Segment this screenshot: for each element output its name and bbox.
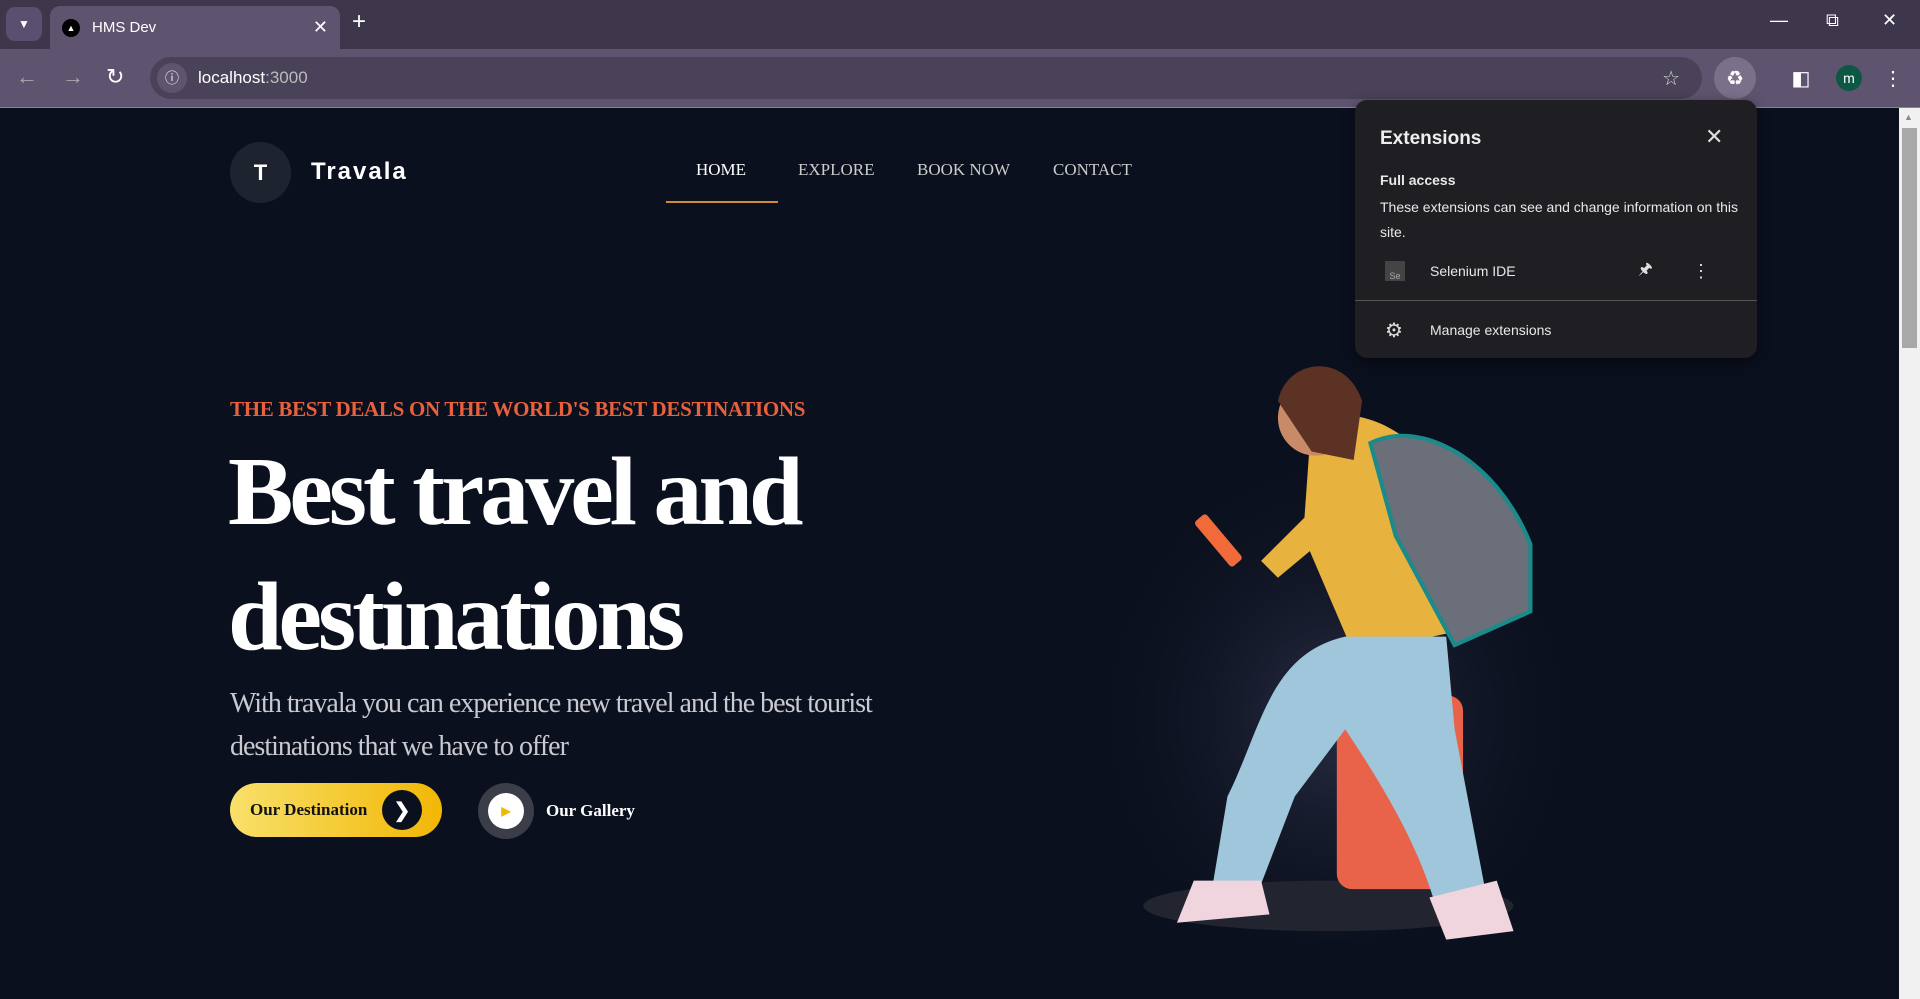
hero-paragraph: With travala you can experience new trav… — [230, 688, 873, 762]
pin-icon[interactable]: 🖈 — [1638, 258, 1653, 285]
restore-icon[interactable]: ⧉ — [1826, 10, 1839, 31]
scroll-up-icon[interactable]: ▲ — [1904, 112, 1913, 122]
manage-extensions-item[interactable]: ⚙ Manage extensions — [1355, 310, 1757, 350]
traveler-hero-image — [1084, 366, 1590, 940]
extension-name: Selenium IDE — [1430, 263, 1516, 279]
play-icon: ▶ — [488, 793, 524, 829]
our-destination-button[interactable]: Our Destination ❯ — [230, 783, 442, 837]
section-description: These extensions can see and change info… — [1380, 199, 1739, 240]
close-icon[interactable]: ✕ — [1705, 124, 1723, 150]
nav-home[interactable]: HOME — [696, 160, 746, 180]
close-window-icon[interactable]: ✕ — [1882, 10, 1897, 31]
extensions-puzzle-icon[interactable]: ♻ — [1714, 57, 1756, 99]
page-scrollbar[interactable]: ▲ — [1899, 108, 1920, 999]
minimize-icon[interactable]: — — [1770, 10, 1788, 31]
nav-explore[interactable]: EXPLORE — [798, 160, 875, 180]
button-label: Our Destination — [250, 800, 368, 819]
divider — [1355, 300, 1757, 301]
bookmark-star-icon[interactable]: ☆ — [1662, 66, 1680, 91]
tab-search-button[interactable]: ▼ — [6, 7, 42, 41]
chevron-down-icon: ▼ — [18, 17, 30, 31]
logo[interactable]: T — [230, 142, 291, 203]
forward-icon[interactable]: → — [62, 64, 84, 90]
scrollbar-thumb[interactable] — [1902, 128, 1917, 348]
gear-icon: ⚙ — [1385, 319, 1403, 342]
site-info-icon[interactable]: ⓘ — [157, 63, 187, 93]
back-icon[interactable]: ← — [16, 64, 38, 90]
url-port: :3000 — [265, 68, 308, 87]
url-text[interactable]: localhost:3000 — [198, 68, 308, 88]
popup-title: Extensions — [1380, 128, 1482, 149]
play-button-ring: ▶ — [478, 783, 534, 839]
brand-name[interactable]: Travala — [311, 158, 408, 186]
hero-tagline: THE BEST DEALS ON THE WORLD'S BEST DESTI… — [230, 397, 806, 421]
manage-label: Manage extensions — [1430, 322, 1552, 338]
extensions-popup: Extensions ✕ Full access These extension… — [1355, 100, 1757, 358]
nav-book-now[interactable]: BOOK NOW — [917, 160, 1010, 180]
selenium-icon: Se — [1385, 261, 1405, 281]
tab-bar: ▼ ▲ HMS Dev ✕ + — ⧉ ✕ — [0, 0, 1920, 49]
favicon-icon: ▲ — [62, 18, 80, 37]
our-gallery-button[interactable]: ▶ Our Gallery — [478, 783, 635, 839]
address-bar[interactable]: ⓘ localhost:3000 ☆ — [150, 57, 1702, 99]
active-nav-underline — [666, 201, 778, 203]
chevron-right-icon: ❯ — [382, 790, 422, 830]
menu-kebab-icon[interactable]: ⋮ — [1872, 57, 1914, 99]
section-title: Full access — [1380, 172, 1456, 188]
more-options-icon[interactable]: ⋮ — [1692, 261, 1710, 282]
nav-contact[interactable]: CONTACT — [1053, 160, 1132, 180]
hero-headline: Best travel and destinations — [228, 438, 804, 671]
extension-item-selenium-ide[interactable]: Se Selenium IDE 🖈 ⋮ — [1355, 250, 1757, 292]
profile-avatar[interactable]: m — [1836, 65, 1862, 91]
close-tab-icon[interactable]: ✕ — [313, 17, 328, 38]
gallery-label: Our Gallery — [546, 801, 635, 820]
url-host: localhost — [198, 68, 266, 87]
side-panel-icon[interactable]: ◧ — [1780, 57, 1822, 99]
new-tab-button[interactable]: + — [352, 8, 366, 36]
browser-tab[interactable]: ▲ HMS Dev ✕ — [50, 6, 340, 49]
reload-icon[interactable]: ↻ — [106, 64, 124, 90]
tab-title: HMS Dev — [92, 19, 157, 36]
